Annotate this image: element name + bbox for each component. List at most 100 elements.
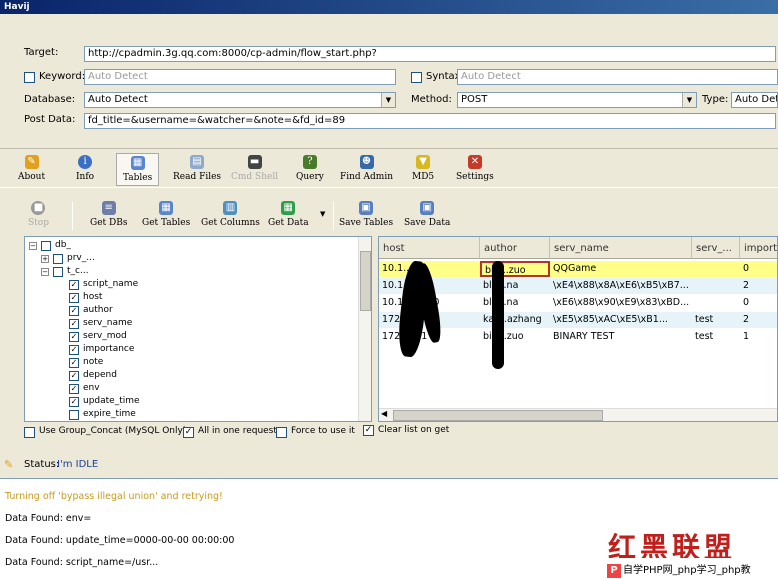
get-dbs-button[interactable]: ≡ Get DBs [90,201,127,228]
chevron-down-icon[interactable]: ▼ [682,93,696,107]
tables-button[interactable]: ▦ Tables [116,153,160,186]
get-data-icon: ▦ [281,201,296,215]
collapse-icon[interactable]: − [29,242,37,250]
read-files-label: Read Files [173,172,222,182]
syntax-checkbox[interactable] [411,72,422,83]
method-value: POST [461,94,488,105]
force-label: Force to use it [291,426,355,436]
scroll-thumb[interactable] [360,251,371,311]
column-header-host[interactable]: host [379,237,480,259]
save-data-button[interactable]: ▣ Save Data [404,201,450,228]
target-input[interactable]: http://cpadmin.3g.qq.com:8000/cp-admin/f… [84,46,776,62]
log-line: Data Found: script_name=/usr... [5,557,159,568]
tree-label: update_time [83,396,140,406]
stop-button[interactable]: ■ Stop [28,201,49,228]
save-tables-button[interactable]: ▣ Save Tables [339,201,393,228]
column-header-serv-name[interactable]: serv_name [550,237,692,259]
scroll-left-icon[interactable]: ◀ [381,409,387,418]
tree-checkbox[interactable]: ✓ [69,345,79,355]
query-button[interactable]: ? Query [296,155,324,182]
cell-importance[interactable]: 2 [740,312,777,328]
tree-checkbox[interactable]: ✓ [69,358,79,368]
group-concat-checkbox[interactable] [24,427,35,438]
table-row[interactable]: 10.1...51 bin...zuo QQGame 0 [379,261,777,277]
tree-checkbox[interactable]: ✓ [69,397,79,407]
tree-checkbox[interactable] [41,241,51,251]
find-admin-label: Find Admin [340,172,394,182]
chevron-down-icon[interactable]: ▼ [381,93,395,107]
read-files-button[interactable]: ▤ Read Files [173,155,221,182]
log-line: Turning off 'bypass illegal union' and r… [5,491,223,502]
force-checkbox[interactable] [276,427,287,438]
cell-serv-mod[interactable] [692,278,740,294]
get-data-dropdown-icon[interactable]: ▼ [320,210,325,218]
cell-serv-name[interactable]: \xE5\x85\xAC\xE5\xB1... [550,312,692,328]
cell-author[interactable]: bin...zuo [480,261,550,277]
data-grid[interactable]: host author serv_name serv_... importa..… [378,236,778,422]
column-header-author[interactable]: author [480,237,550,259]
keyword-checkbox[interactable] [24,72,35,83]
find-admin-button[interactable]: ☻ Find Admin [340,155,393,182]
status-bar: ✎ Status: I'm IDLE [0,452,778,476]
tree-checkbox[interactable]: ✓ [69,280,79,290]
cell-author[interactable]: bla...na [480,278,550,294]
get-data-button[interactable]: ▦ Get Data [268,201,309,228]
column-header-serv-mod[interactable]: serv_... [692,237,740,259]
cell-author[interactable]: bla...na [480,295,550,311]
get-tables-button[interactable]: ▦ Get Tables [142,201,190,228]
cell-serv-name[interactable]: \xE4\x88\x8A\xE6\xB5\xB7... [550,278,692,294]
md5-button[interactable]: ▼ MD5 [412,155,434,182]
clear-list-checkbox[interactable]: ✓ [363,425,374,436]
cell-importance[interactable]: 0 [740,295,777,311]
tree-label: note [83,357,104,367]
cell-author[interactable]: kat...azhang [480,312,550,328]
tree-checkbox[interactable] [53,267,63,277]
grid-horizontal-scrollbar[interactable]: ◀ [379,408,777,421]
tree-checkbox[interactable]: ✓ [69,319,79,329]
tree-checkbox[interactable] [53,254,63,264]
cell-serv-name[interactable]: \xE6\x88\x90\xE9\x83\xBD... [550,295,692,311]
keyword-input[interactable]: Auto Detect [84,69,396,85]
syntax-input[interactable]: Auto Detect [457,69,778,85]
cell-importance[interactable]: 1 [740,329,777,345]
method-select[interactable]: POST ▼ [457,92,697,108]
database-select[interactable]: Auto Detect ▼ [84,92,396,108]
tree-scrollbar[interactable] [358,237,371,421]
get-columns-button[interactable]: ▥ Get Columns [201,201,260,228]
postdata-input[interactable]: fd_title=&username=&watcher=&note=&fd_id… [84,113,776,129]
tree-label: importance [83,344,135,354]
cell-importance[interactable]: 0 [740,261,777,277]
tree-checkbox[interactable]: ✓ [69,384,79,394]
about-button[interactable]: ✎ About [18,155,45,182]
tree-label: prv_... [67,253,95,263]
tree-checkbox[interactable]: ✓ [69,332,79,342]
clear-list-label: Clear list on get [378,425,450,435]
expand-icon[interactable]: + [41,255,49,263]
table-row[interactable]: 10.1...2.120 bla...na \xE6\x88\x90\xE9\x… [379,295,777,311]
table-row[interactable]: 10.1...212 bla...na \xE4\x88\x8A\xE6\xB5… [379,278,777,294]
cell-serv-name[interactable]: QQGame [550,261,692,277]
tree-checkbox[interactable]: ✓ [69,293,79,303]
get-columns-label: Get Columns [201,218,260,228]
cell-author[interactable]: bin...zuo [480,329,550,345]
scroll-thumb[interactable] [393,410,603,421]
all-in-one-checkbox[interactable]: ✓ [183,427,194,438]
cell-serv-mod[interactable]: test [692,329,740,345]
column-header-importance[interactable]: importa... [740,237,777,259]
info-button[interactable]: i Info [76,155,94,182]
tree-checkbox[interactable]: ✓ [69,306,79,316]
db-tree[interactable]: − db_ + prv_... − t_c... ✓ script_name ✓ host… [24,236,372,422]
tree-checkbox[interactable]: ✓ [69,371,79,381]
tree-checkbox[interactable] [69,410,79,420]
settings-button[interactable]: ✕ Settings [456,155,494,182]
cell-serv-name[interactable]: BINARY TEST [550,329,692,345]
cell-serv-mod[interactable] [692,295,740,311]
cmd-shell-label: Cmd Shell [231,172,279,182]
cell-serv-mod[interactable]: test [692,312,740,328]
cmd-shell-button[interactable]: ▬ Cmd Shell [231,155,278,182]
type-select[interactable]: Auto Detect [731,92,778,108]
cell-importance[interactable]: 2 [740,278,777,294]
status-label: Status: [24,459,60,470]
cell-serv-mod[interactable] [692,261,740,277]
collapse-icon[interactable]: − [41,268,49,276]
